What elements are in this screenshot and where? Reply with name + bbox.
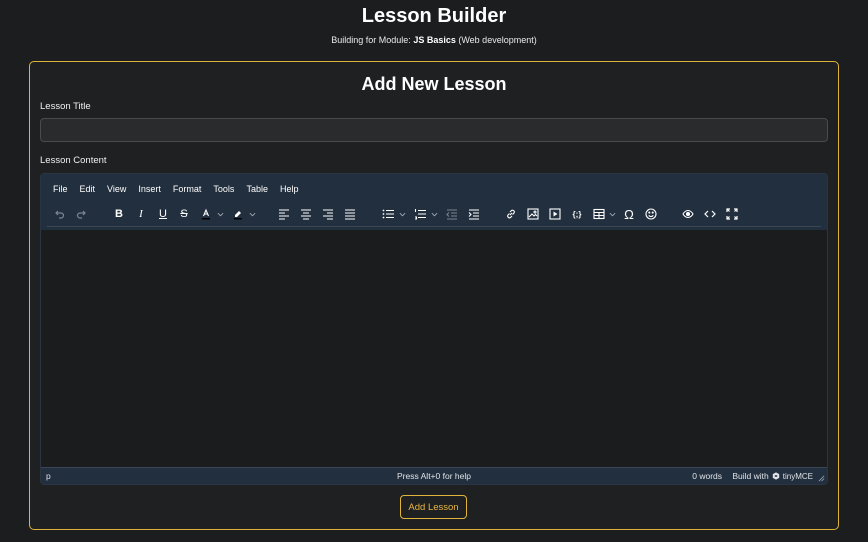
menu-table[interactable]: Table	[240, 182, 274, 198]
lesson-title-label: Lesson Title	[40, 101, 91, 112]
italic-icon[interactable]: I	[131, 204, 151, 224]
tinymce-branding[interactable]: Build with tinyMCE	[732, 471, 813, 481]
outdent-icon[interactable]	[442, 204, 462, 224]
editor-content-area[interactable]	[41, 230, 827, 468]
page-subtitle: Building for Module: JS Basics (Web deve…	[0, 35, 868, 45]
tinymce-logo-icon	[772, 472, 779, 480]
menu-format[interactable]: Format	[167, 182, 208, 198]
code-sample-icon[interactable]: {;}	[567, 204, 587, 224]
editor-header: File Edit View Insert Format Tools Table…	[41, 174, 827, 230]
resize-handle-icon[interactable]	[818, 475, 825, 482]
preview-icon[interactable]	[678, 204, 698, 224]
page-title: Lesson Builder	[361, 5, 507, 27]
image-icon[interactable]	[523, 204, 543, 224]
menu-view[interactable]: View	[101, 182, 132, 198]
subtitle-suffix: (Web development)	[455, 35, 537, 45]
menu-help[interactable]: Help	[274, 182, 305, 198]
highlight-chevron-icon[interactable]	[247, 204, 257, 224]
redo-icon[interactable]	[72, 204, 92, 224]
add-lesson-card: Add New Lesson Lesson Title Lesson Conte…	[29, 61, 839, 530]
module-name: JS Basics	[413, 35, 456, 45]
word-count[interactable]: 0 words	[692, 471, 722, 481]
highlight-color-icon[interactable]	[228, 204, 248, 224]
menu-insert[interactable]: Insert	[132, 182, 167, 198]
tinymce-brand: tinyMCE	[782, 471, 813, 481]
indent-icon[interactable]	[464, 204, 484, 224]
menu-edit[interactable]: Edit	[74, 182, 102, 198]
numbered-list-icon[interactable]	[410, 204, 430, 224]
strikethrough-icon[interactable]: S	[174, 204, 194, 224]
media-icon[interactable]	[545, 204, 565, 224]
lesson-title-input[interactable]	[40, 118, 828, 142]
special-char-icon[interactable]: Ω	[619, 204, 639, 224]
align-left-icon[interactable]	[274, 204, 294, 224]
emoji-icon[interactable]	[641, 204, 661, 224]
menu-tools[interactable]: Tools	[207, 182, 240, 198]
lesson-content-label: Lesson Content	[40, 155, 107, 166]
card-title: Add New Lesson	[361, 74, 507, 94]
bold-icon[interactable]: B	[109, 204, 129, 224]
table-icon[interactable]	[589, 204, 609, 224]
undo-icon[interactable]	[49, 204, 69, 224]
align-center-icon[interactable]	[296, 204, 316, 224]
link-icon[interactable]	[501, 204, 521, 224]
numbered-list-chevron-icon[interactable]	[429, 204, 439, 224]
text-color-chevron-icon[interactable]	[215, 204, 225, 224]
underline-icon[interactable]: U	[153, 204, 173, 224]
menu-file[interactable]: File	[47, 182, 74, 198]
text-color-icon[interactable]	[196, 204, 216, 224]
add-lesson-button[interactable]: Add Lesson	[400, 495, 467, 519]
bullet-list-chevron-icon[interactable]	[397, 204, 407, 224]
editor-toolbar: B I U S {;} Ω	[45, 204, 825, 224]
editor-menubar: File Edit View Insert Format Tools Table…	[47, 182, 304, 198]
fullscreen-icon[interactable]	[722, 204, 742, 224]
table-chevron-icon[interactable]	[607, 204, 617, 224]
source-code-icon[interactable]	[700, 204, 720, 224]
build-with-label: Build with	[732, 471, 769, 481]
toolbar-divider	[47, 226, 821, 227]
subtitle-prefix: Building for Module:	[331, 35, 414, 45]
align-right-icon[interactable]	[318, 204, 338, 224]
rich-text-editor: File Edit View Insert Format Tools Table…	[40, 173, 828, 485]
bullet-list-icon[interactable]	[378, 204, 398, 224]
editor-statusbar: p Press Alt+0 for help 0 words Build wit…	[41, 467, 827, 484]
align-justify-icon[interactable]	[340, 204, 360, 224]
